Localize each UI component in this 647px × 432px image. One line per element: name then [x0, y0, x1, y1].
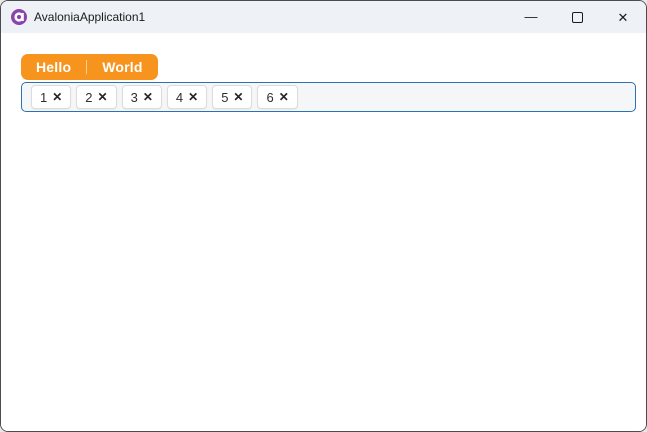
maximize-icon	[571, 11, 583, 23]
titlebar[interactable]: AvaloniaApplication1 — ✕	[1, 1, 646, 33]
chip-remove-icon[interactable]: ✕	[188, 91, 198, 103]
chip-3[interactable]: 3 ✕	[121, 85, 162, 109]
window-title: AvaloniaApplication1	[34, 10, 146, 24]
chip-label: 1	[40, 89, 48, 105]
tab-hello[interactable]: Hello	[21, 54, 86, 80]
chip-remove-icon[interactable]: ✕	[279, 91, 289, 103]
chip-1[interactable]: 1 ✕	[31, 85, 72, 109]
tab-hello-label: Hello	[36, 59, 72, 75]
chip-label: 6	[266, 89, 274, 105]
chip-remove-icon[interactable]: ✕	[143, 91, 153, 103]
chip-6[interactable]: 6 ✕	[257, 85, 298, 109]
chip-5[interactable]: 5 ✕	[212, 85, 253, 109]
chip-label: 4	[175, 89, 184, 105]
window-content: Hello World 1 ✕ 2 ✕ 3 ✕ 4 ✕ 5 ✕ 6 ✕	[1, 33, 646, 431]
chip-remove-icon[interactable]: ✕	[52, 91, 62, 103]
chips-input-field[interactable]: 1 ✕ 2 ✕ 3 ✕ 4 ✕ 5 ✕ 6 ✕	[21, 82, 636, 112]
tab-world[interactable]: World	[87, 54, 157, 80]
avalonia-logo-icon	[11, 9, 27, 25]
close-icon: ✕	[617, 9, 629, 25]
chip-2[interactable]: 2 ✕	[76, 85, 117, 109]
chip-label: 5	[221, 89, 229, 105]
tab-world-label: World	[102, 59, 143, 75]
minimize-button[interactable]: —	[508, 1, 554, 33]
chip-4[interactable]: 4 ✕	[166, 85, 208, 109]
tab-strip: Hello World	[21, 54, 158, 80]
chip-remove-icon[interactable]: ✕	[233, 91, 243, 103]
close-button[interactable]: ✕	[600, 1, 646, 33]
chip-label: 2	[85, 89, 93, 105]
maximize-button[interactable]	[554, 1, 600, 33]
minimize-icon: —	[524, 8, 538, 24]
chip-remove-icon[interactable]: ✕	[98, 91, 108, 103]
app-window: AvaloniaApplication1 — ✕ Hello World 1 ✕…	[0, 0, 647, 432]
chip-label: 3	[130, 89, 138, 105]
